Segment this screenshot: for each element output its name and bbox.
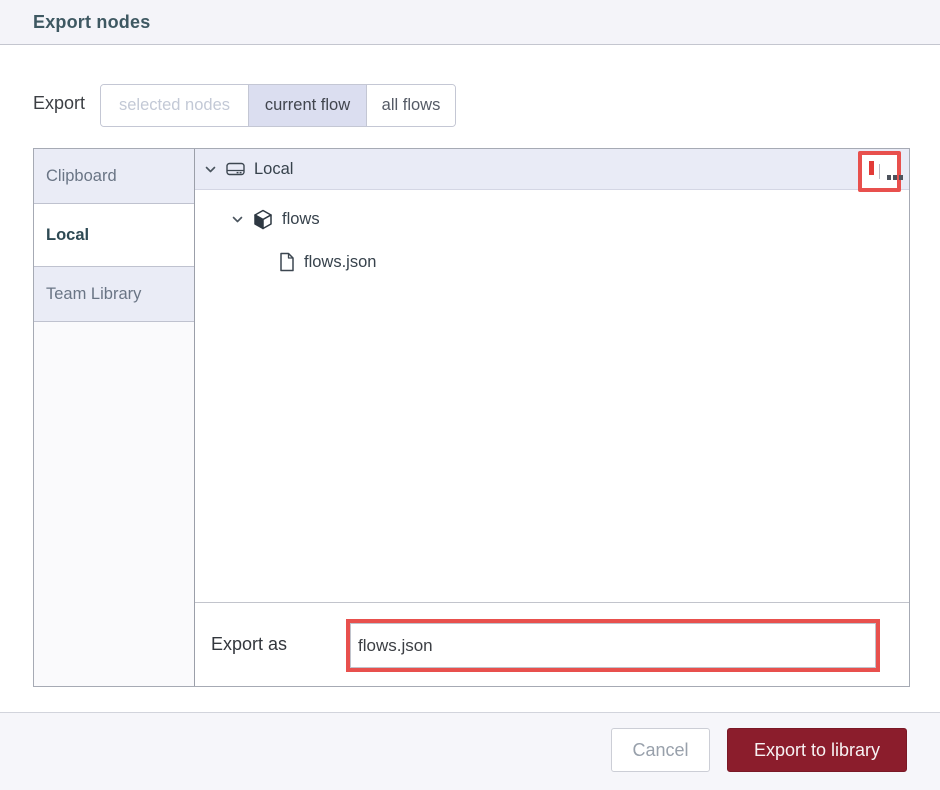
export-as-label: Export as: [211, 634, 288, 654]
library-menu-button[interactable]: [858, 151, 903, 192]
library-browser-panel: Clipboard Local Team Library Local flows…: [33, 148, 910, 687]
export-to-library-button[interactable]: Export to library: [727, 728, 907, 772]
library-sidebar: Clipboard Local Team Library: [34, 149, 195, 686]
sidebar-item-local[interactable]: Local: [34, 204, 194, 267]
tree-row-flows-json[interactable]: flows.json: [195, 246, 909, 278]
chevron-down-icon[interactable]: [204, 163, 217, 176]
tree-row-label: flows: [282, 209, 320, 228]
export-as-section: Export as: [195, 602, 909, 686]
scope-option-current-flow[interactable]: current flow: [248, 85, 366, 126]
export-scope-label: Export: [33, 93, 86, 113]
scope-option-selected-nodes[interactable]: selected nodes: [101, 85, 248, 126]
library-tree-pane: Local flows flows.json Export as flows.j…: [195, 149, 909, 686]
export-nodes-dialog: Export nodes Export selected nodes curre…: [0, 0, 940, 790]
page-title: Export nodes: [33, 11, 151, 32]
sidebar-item-label: Clipboard: [46, 166, 117, 185]
sidebar-item-team-library[interactable]: Team Library: [34, 267, 194, 322]
scope-option-all-flows[interactable]: all flows: [366, 85, 455, 126]
filename-input[interactable]: [350, 623, 876, 668]
hard-drive-icon: [226, 161, 245, 177]
tree-body: flows flows.json: [195, 190, 909, 602]
cube-icon: [253, 209, 273, 230]
tree-row-label: flows.json: [304, 252, 377, 271]
tree-row-local-root[interactable]: Local: [195, 149, 909, 192]
export-scope-button-group: selected nodes current flow all flows: [100, 84, 456, 127]
dialog-footer: Cancel Export to library: [0, 712, 940, 790]
filename-field-highlight: [346, 619, 880, 672]
file-icon: [279, 252, 295, 272]
cancel-button[interactable]: Cancel: [611, 728, 710, 772]
red-highlight-bar: [869, 161, 874, 175]
sidebar-item-clipboard[interactable]: Clipboard: [34, 149, 194, 204]
tree-row-flows[interactable]: flows: [195, 203, 909, 235]
dialog-header: Export nodes: [0, 0, 940, 45]
ellipsis-menu-icon: [869, 161, 903, 180]
tree-row-label: Local: [254, 159, 294, 178]
sidebar-filler: [34, 322, 194, 686]
chevron-down-icon[interactable]: [231, 213, 244, 226]
sidebar-item-label: Team Library: [46, 284, 142, 303]
sidebar-item-label: Local: [46, 225, 90, 244]
